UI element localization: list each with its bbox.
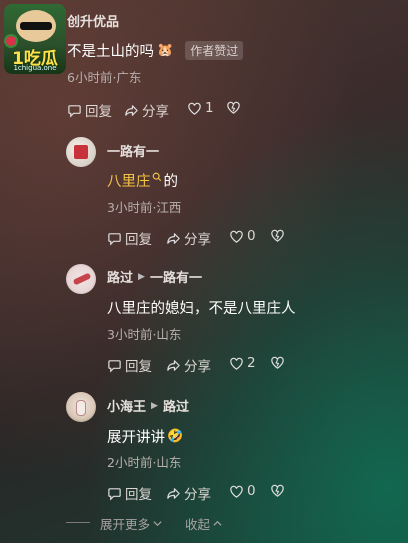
search-icon[interactable] [152,172,162,182]
reply-meta: 3小时前·山东 [107,327,182,342]
dislike-icon [227,101,240,114]
like-icon [188,102,201,115]
hamster-emoji: 🐹 [157,43,174,58]
dislike-icon [271,484,284,497]
reply-icon [108,487,121,501]
share-label: 分享 [184,359,211,375]
like-count: 1 [205,100,214,116]
like-count: 2 [247,355,256,371]
reply-to-author[interactable]: 一路有一 [150,267,202,286]
reply-label: 回复 [125,487,152,503]
reply-avatar[interactable] [66,264,96,294]
share-icon [125,104,138,116]
reply-share-button[interactable]: 分享 [166,355,211,375]
like-count: 0 [247,228,256,244]
reply-text: 八里庄的媳妇，不是八里庄人 [107,301,296,317]
logo-glasses [20,22,52,30]
reply-text-suffix: 的 [163,174,179,190]
main-comment-meta: 6小时前·广东 [67,70,142,85]
reply-body: 展开讲讲 🤣 [107,426,183,447]
avatar-image [76,400,86,416]
reply-icon [68,104,81,118]
reply-meta: 2小时前·山东 [107,455,182,470]
reply-share-button[interactable]: 分享 [166,228,211,248]
share-icon [167,232,180,244]
reply-text: 展开讲讲 [107,430,165,446]
place-link[interactable]: 八里庄 [107,170,151,191]
reply-label: 回复 [85,104,112,120]
avatar-image [74,145,88,159]
reply-like-button[interactable]: 2 [229,355,256,371]
chevron-up-icon [213,520,222,526]
like-icon [230,357,243,370]
reply-dislike-button[interactable] [270,355,288,370]
reply-reply-button[interactable]: 回复 [107,228,152,248]
reply-icon [108,232,121,246]
main-reply-button[interactable]: 回复 [67,100,112,120]
reply-author[interactable]: 路过 [107,267,133,286]
share-label: 分享 [184,487,211,503]
logo-url-text: 1chigua.one [13,64,57,72]
arrow-right-icon: ▶ [151,400,158,411]
main-dislike-button[interactable] [226,100,244,115]
reply-avatar[interactable] [66,137,96,167]
reply-label: 回复 [125,232,152,248]
reply-to-author[interactable]: 路过 [163,396,189,415]
avatar-image [72,272,92,286]
expand-more-button[interactable]: 展开更多 [100,514,163,533]
main-comment-author[interactable]: 创升优品 [67,11,119,30]
reply-icon [108,359,121,373]
reply-header: 路过 ▶ 一路有一 [107,267,202,286]
chevron-down-icon [153,521,162,527]
reply-author[interactable]: 小海王 [107,396,146,415]
share-label: 分享 [184,232,211,248]
expand-more-label: 展开更多 [100,517,151,532]
reply-avatar[interactable] [66,392,96,422]
dislike-icon [271,229,284,242]
footer-divider [66,522,90,523]
dislike-icon [271,356,284,369]
reply-reply-button[interactable]: 回复 [107,355,152,375]
reply-reply-button[interactable]: 回复 [107,483,152,503]
share-icon [167,359,180,371]
reply-text: 八里庄 的 [107,170,178,191]
reply-header: 小海王 ▶ 路过 [107,396,189,415]
arrow-right-icon: ▶ [138,271,145,282]
reply-dislike-button[interactable] [270,228,288,243]
reply-like-button[interactable]: 0 [229,228,256,244]
reply-dislike-button[interactable] [270,483,288,498]
reply-meta: 3小时前·江西 [107,200,182,215]
laughing-emoji: 🤣 [167,429,184,444]
share-label: 分享 [142,104,169,120]
main-comment-text: 不是土山的吗 [67,44,154,60]
collapse-label: 收起 [185,517,211,532]
reply-label: 回复 [125,359,152,375]
main-share-button[interactable]: 分享 [124,100,169,120]
collapse-button[interactable]: 收起 [185,514,223,533]
like-icon [230,485,243,498]
main-comment-body: 不是土山的吗 🐹 作者赞过 [67,40,244,61]
like-icon [230,230,243,243]
like-count: 0 [247,483,256,499]
share-icon [167,487,180,499]
main-like-button[interactable]: 1 [187,100,214,116]
reply-like-button[interactable]: 0 [229,483,256,499]
author-avatar-logo[interactable]: 1吃瓜 1chigua.one [4,4,66,74]
reply-author[interactable]: 一路有一 [107,141,159,160]
reply-share-button[interactable]: 分享 [166,483,211,503]
author-liked-badge: 作者赞过 [185,41,244,60]
